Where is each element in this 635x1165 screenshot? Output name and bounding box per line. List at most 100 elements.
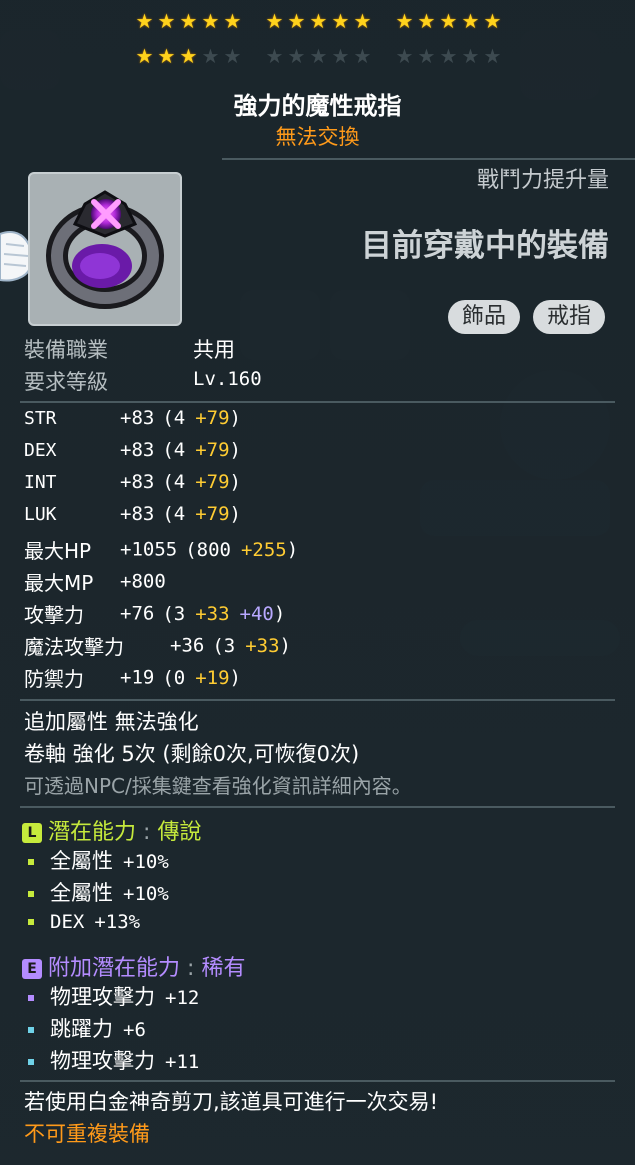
stat-total: +19 — [120, 666, 155, 689]
stat-row: 最大HP +1055 (800 +255) — [24, 535, 298, 565]
stat-row: 防禦力 +19 (0 +19) — [24, 663, 241, 693]
stat-close: ) — [229, 471, 241, 493]
stat-base: (800 — [185, 538, 231, 561]
unique-equip-note: 不可重複裝備 — [24, 1122, 150, 1146]
filled-star-icon: ★ — [417, 9, 436, 33]
star-group: ★ ★ ★ ★ ★ — [394, 10, 503, 36]
stat-row: 攻擊力 +76 (3 +33 +40) — [24, 599, 285, 629]
filled-star-icon: ★ — [135, 44, 154, 68]
stat-name: 攻擊力 — [24, 603, 84, 627]
enhance-info-hint: 可透過NPC/採集鍵查看強化資訊詳細內容。 — [24, 774, 412, 798]
additional-potential-header: E 附加潛在能力 : 稀有 — [22, 950, 245, 982]
star-group: ★ ★ ★ ★ ★ — [134, 10, 243, 36]
empty-star-icon: ★ — [223, 44, 242, 68]
filled-star-icon: ★ — [179, 9, 198, 33]
stat-bonus: +79 — [195, 407, 230, 429]
empty-star-icon: ★ — [201, 44, 220, 68]
star-force-row-2: ★ ★ ★ ★ ★ ★ ★ ★ ★ ★ ★ ★ ★ ★ ★ — [0, 45, 635, 71]
filled-star-icon: ★ — [157, 9, 176, 33]
job-value: 共用 — [193, 338, 235, 362]
additional-option-line: 追加屬性 無法強化 — [24, 710, 199, 734]
job-label: 裝備職業 — [24, 338, 108, 362]
filled-star-icon: ★ — [309, 9, 328, 33]
empty-star-icon: ★ — [439, 44, 458, 68]
scroll-upgrade-line: 卷軸 強化 5次 (剩餘0次,可恢復0次) — [24, 742, 360, 766]
level-label: 要求等級 — [24, 370, 108, 394]
potential-separator: : — [143, 820, 151, 845]
stat-total: +83 — [120, 407, 155, 429]
ring-icon — [46, 190, 164, 309]
divider — [20, 699, 615, 701]
stat-name: 最大MP — [24, 571, 94, 595]
bullet-icon — [28, 891, 34, 897]
stat-bonus: +33 — [195, 602, 230, 625]
filled-star-icon: ★ — [157, 44, 176, 68]
potential-stat-name: 全屬性 — [50, 881, 113, 905]
bullet-icon — [28, 995, 34, 1001]
additional-potential-grade: 稀有 — [201, 956, 246, 981]
filled-star-icon: ★ — [461, 9, 480, 33]
item-tooltip: ★ ★ ★ ★ ★ ★ ★ ★ ★ ★ ★ ★ ★ ★ ★ ★ ★ ★ ★ ★ ★ ★ ★ ★ ★ ★ ★ ★ ★ ★ 強力的魔性戒指 … — [0, 0, 635, 1165]
category-tag-accessory: 飾品 — [448, 300, 521, 334]
empty-star-icon: ★ — [265, 44, 284, 68]
stat-bonus: +79 — [195, 471, 230, 493]
stat-close: ) — [229, 666, 241, 689]
stat-name: 最大HP — [24, 539, 92, 563]
filled-star-icon: ★ — [439, 9, 458, 33]
stat-total: +83 — [120, 503, 155, 525]
stat-bonus: +19 — [195, 666, 230, 689]
stat-bonus: +33 — [245, 634, 280, 657]
stat-row: STR +83 (4 +79) — [24, 407, 241, 437]
empty-star-icon: ★ — [461, 44, 480, 68]
potential-stat-name: DEX — [50, 911, 85, 933]
divider — [20, 806, 615, 808]
additional-potential-title: 附加潛在能力 — [48, 956, 181, 981]
potential-stat-value: +10% — [123, 883, 169, 905]
stat-name: 防禦力 — [24, 667, 84, 691]
legendary-grade-icon: L — [22, 823, 42, 843]
divider — [222, 158, 635, 160]
potential-title: 潛在能力 — [48, 820, 137, 845]
stat-row: 魔法攻擊力 +36 (3 +33) — [24, 631, 291, 661]
stat-close: ) — [279, 634, 291, 657]
stat-bonus: +79 — [195, 439, 230, 461]
stat-total: +83 — [120, 439, 155, 461]
stat-base: (4 — [162, 503, 186, 525]
item-icon-frame — [28, 172, 182, 326]
filled-star-icon: ★ — [265, 9, 284, 33]
stat-base: (4 — [162, 471, 186, 493]
stat-bonus: +255 — [240, 538, 287, 561]
stat-name: STR — [24, 407, 57, 429]
potential-line: 物理攻擊力 +11 — [28, 1045, 199, 1075]
trade-status: 無法交換 — [275, 125, 360, 149]
empty-star-icon: ★ — [395, 44, 414, 68]
stat-close: ) — [229, 503, 241, 525]
star-group: ★ ★ ★ ★ ★ — [264, 10, 373, 36]
star-group: ★ ★ ★ ★ ★ — [134, 45, 243, 71]
filled-star-icon: ★ — [201, 9, 220, 33]
potential-line: 物理攻擊力 +12 — [28, 981, 199, 1011]
potential-stat-name: 跳躍力 — [50, 1017, 113, 1041]
empty-star-icon: ★ — [483, 44, 502, 68]
potential-stat-value: +13% — [94, 911, 141, 933]
filled-star-icon: ★ — [483, 9, 502, 33]
stat-total: +800 — [120, 570, 166, 593]
stat-total: +76 — [120, 602, 155, 625]
additional-potential-separator: : — [187, 956, 195, 981]
empty-star-icon: ★ — [331, 44, 350, 68]
stat-total: +83 — [120, 471, 155, 493]
stat-row: INT +83 (4 +79) — [24, 471, 241, 501]
stat-base: (3 — [162, 602, 186, 625]
stat-total: +1055 — [120, 538, 178, 561]
stat-name: LUK — [24, 503, 57, 525]
potential-line: 跳躍力 +6 — [28, 1013, 146, 1043]
epic-grade-icon: E — [22, 959, 42, 979]
filled-star-icon: ★ — [223, 9, 242, 33]
level-value: Lv.160 — [193, 368, 262, 390]
star-force-row-1: ★ ★ ★ ★ ★ ★ ★ ★ ★ ★ ★ ★ ★ ★ ★ — [0, 10, 635, 36]
filled-star-icon: ★ — [331, 9, 350, 33]
stat-total: +36 — [170, 634, 205, 657]
stat-close: ) — [286, 538, 299, 561]
empty-star-icon: ★ — [309, 44, 328, 68]
category-tag-ring: 戒指 — [533, 300, 606, 334]
